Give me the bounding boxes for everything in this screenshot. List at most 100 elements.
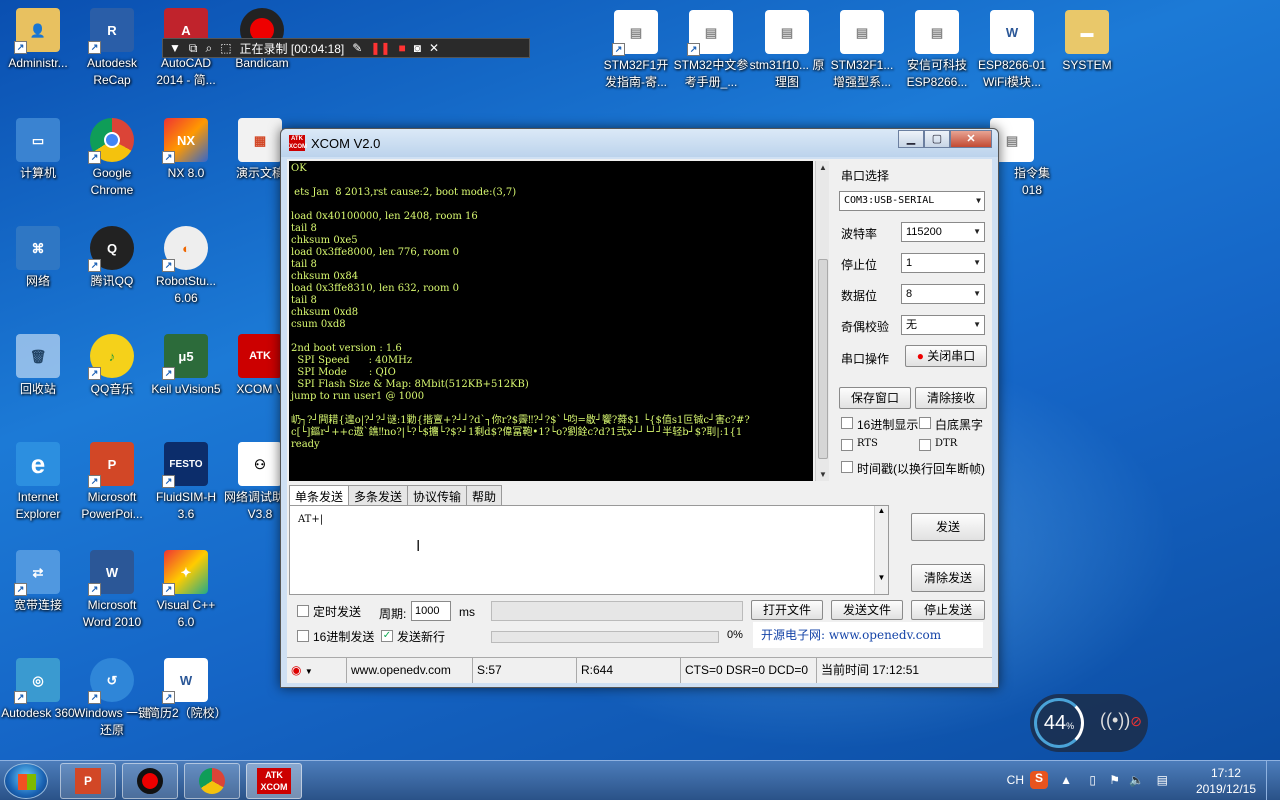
search-icon[interactable]: ⌕ (205, 41, 212, 56)
stop-send-button[interactable]: 停止发送 (911, 600, 985, 620)
scroll-down-icon[interactable]: ▼ (875, 573, 888, 582)
desktop-icon-qq[interactable]: Q ↗ 腾讯QQ (74, 220, 150, 290)
newline-checkbox[interactable]: ✓ (381, 630, 393, 642)
window-title: XCOM V2.0 (311, 135, 381, 151)
desktop-icon-broadband[interactable]: ⇄ ↗ 宽带连接 (0, 544, 76, 614)
openedv-banner[interactable]: 开源电子网: www.openedv.com (753, 622, 983, 648)
send-file-button[interactable]: 发送文件 (831, 600, 903, 620)
desktop-icon-esp8266-wifi[interactable]: W ESP8266-01 WiFi模块... (974, 4, 1050, 91)
flag-icon[interactable]: ⚑ (1109, 773, 1120, 787)
desktop-icon-stm32-enhanced[interactable]: ▤ STM32F1... 增强型系... (824, 4, 900, 91)
close-port-button[interactable]: ● 关闭串口 (905, 345, 987, 367)
timestamp-checkbox[interactable] (841, 461, 853, 473)
clear-send-button[interactable]: 清除发送 (911, 564, 985, 592)
desktop-icon-stm32-guide[interactable]: ▤ ↗ STM32F1开发指南-寄... (598, 4, 674, 91)
taskbar-powerpoint[interactable]: P (60, 763, 116, 799)
databit-select[interactable]: 8 (901, 284, 985, 304)
taskbar-xcom[interactable]: ATK XCOM (246, 763, 302, 799)
hex-send-checkbox[interactable] (297, 630, 309, 642)
desktop-icon-recycle-bin[interactable]: 🗑 回收站 (0, 328, 76, 398)
terminal-scrollbar[interactable]: ▲ ▼ (815, 161, 829, 481)
camera-icon[interactable]: ◙ (414, 41, 421, 55)
rts-checkbox[interactable] (841, 439, 853, 451)
hex-display-checkbox[interactable] (841, 417, 853, 429)
desktop-icon-resume[interactable]: W ↗ 简历2（院校） (148, 652, 227, 722)
close-icon[interactable]: ✕ (429, 41, 439, 55)
network-tray-icon[interactable]: ▤ (1157, 773, 1168, 787)
send-textarea[interactable]: AT+| I ▲ ▼ (289, 505, 889, 595)
stopbit-label: 停止位 (841, 258, 878, 272)
autodesk360-icon: ◎ ↗ (14, 658, 60, 704)
desktop-icon-robotstudio[interactable]: ◐ ↗ RobotStu... 6.06 (148, 220, 224, 307)
desktop-icon-esp8266[interactable]: ▤ 安信可科技ESP8266... (899, 4, 975, 91)
xcom-titlebar[interactable]: ATK XCOM XCOM V2.0 ▁ ▢ ✕ (281, 129, 998, 157)
maximize-button[interactable]: ▢ (924, 130, 950, 148)
desktop-icon-powerpoint[interactable]: P ↗ Microsoft PowerPoi... (74, 436, 150, 523)
stopbit-select[interactable]: 1 (901, 253, 985, 273)
period-input[interactable]: 1000 (411, 601, 451, 621)
desktop-icon-restore[interactable]: ↺ ↗ Windows 一键还原 (74, 652, 150, 739)
window-icon[interactable]: ⧉ (189, 41, 198, 56)
dtr-checkbox[interactable] (919, 439, 931, 451)
tab-multi-send[interactable]: 多条发送 (348, 485, 409, 505)
clear-receive-button[interactable]: 清除接收 (915, 387, 987, 409)
show-desktop-button[interactable] (1266, 761, 1280, 800)
ime-lang[interactable]: CH (1007, 773, 1024, 787)
scroll-down-icon[interactable]: ▼ (818, 470, 828, 479)
close-button[interactable]: ✕ (950, 130, 992, 148)
desktop-icon-keil[interactable]: μ5 ↗ Keil uVision5 (148, 328, 224, 398)
save-window-button[interactable]: 保存窗口 (839, 387, 911, 409)
timed-send-checkbox[interactable] (297, 605, 309, 617)
desktop-icon-administrator[interactable]: 👤 ↗ Administr... (0, 2, 76, 72)
terminal-line: ready (291, 439, 320, 450)
desktop-icon-autodesk360[interactable]: ◎ ↗ Autodesk 360 (0, 652, 76, 722)
start-button[interactable] (4, 763, 48, 799)
baud-select[interactable]: 115200 (901, 222, 985, 242)
desktop-icon-word[interactable]: W ↗ Microsoft Word 2010 (74, 544, 150, 631)
desktop-icon-chrome[interactable]: ↗ Google Chrome (74, 112, 150, 199)
stop-icon[interactable]: ■ (398, 41, 405, 55)
desktop-icon-vc[interactable]: ✦ ↗ Visual C++ 6.0 (148, 544, 224, 631)
tray-expand-icon[interactable]: ▲ (1060, 773, 1072, 787)
status-menu[interactable]: ◉ ▼ (287, 658, 347, 683)
desktop-icon-fluidsim[interactable]: FESTO ↗ FluidSIM-H 3.6 (148, 436, 224, 523)
device-icon[interactable]: ▯ (1089, 773, 1096, 787)
taskbar-clock[interactable]: 17:12 2019/12/15 (1196, 765, 1256, 797)
scroll-up-icon[interactable]: ▲ (818, 163, 828, 172)
chevron-down-icon[interactable]: ▼ (169, 41, 181, 55)
tab-help[interactable]: 帮助 (466, 485, 503, 505)
open-file-button[interactable]: 打开文件 (751, 600, 823, 620)
tab-protocol[interactable]: 协议传输 (407, 485, 468, 505)
taskbar-bandicam[interactable] (122, 763, 178, 799)
network-speed-widget[interactable]: 44% ((•))⊘ (1030, 694, 1148, 752)
desktop-icon-qqmusic[interactable]: ♪ ↗ QQ音乐 (74, 328, 150, 398)
select-region-icon[interactable]: ⬚ (220, 41, 231, 55)
scroll-up-icon[interactable]: ▲ (875, 506, 888, 515)
desktop-icon-stm32-manual[interactable]: ▤ ↗ STM32中文参考手册_... (673, 4, 749, 91)
desktop-icon-nx[interactable]: NX ↗ NX 8.0 (148, 112, 224, 182)
port-select[interactable]: COM3:USB-SERIAL (839, 191, 985, 211)
volume-icon[interactable]: 🔈 (1129, 773, 1144, 787)
desktop-icon-ie[interactable]: e Internet Explorer (0, 436, 76, 523)
desktop-icon-bandicam[interactable]: Bandicam (224, 2, 300, 72)
white-black-checkbox[interactable] (919, 417, 931, 429)
sogou-icon[interactable]: S (1030, 771, 1048, 789)
send-scrollbar[interactable]: ▲ ▼ (874, 506, 888, 594)
taskbar-chrome[interactable] (184, 763, 240, 799)
desktop-icon-computer[interactable]: ▭ 计算机 (0, 112, 76, 182)
scrollbar-thumb[interactable] (818, 259, 828, 459)
send-button[interactable]: 发送 (911, 513, 985, 541)
status-url[interactable]: www.openedv.com (347, 658, 473, 683)
pencil-icon[interactable]: ✎ (352, 41, 362, 55)
tab-single-send[interactable]: 单条发送 (289, 485, 350, 505)
desktop-icon-network[interactable]: ⌘ 网络 (0, 220, 76, 290)
desktop-icon-schematic[interactable]: ▤ stm31f10... 原理图 (749, 4, 825, 91)
pause-icon[interactable]: ❚❚ (370, 41, 390, 55)
parity-select[interactable]: 无 (901, 315, 985, 335)
receive-terminal[interactable]: OK ets Jan 8 2013,rst cause:2, boot mode… (289, 161, 813, 481)
terminal-line: OK (291, 163, 307, 174)
file-path-field[interactable] (491, 601, 743, 621)
desktop-icon-system-folder[interactable]: ▬ SYSTEM (1049, 4, 1125, 74)
desktop-icon-recap[interactable]: R ↗ Autodesk ReCap (74, 2, 150, 89)
minimize-button[interactable]: ▁ (898, 130, 924, 148)
